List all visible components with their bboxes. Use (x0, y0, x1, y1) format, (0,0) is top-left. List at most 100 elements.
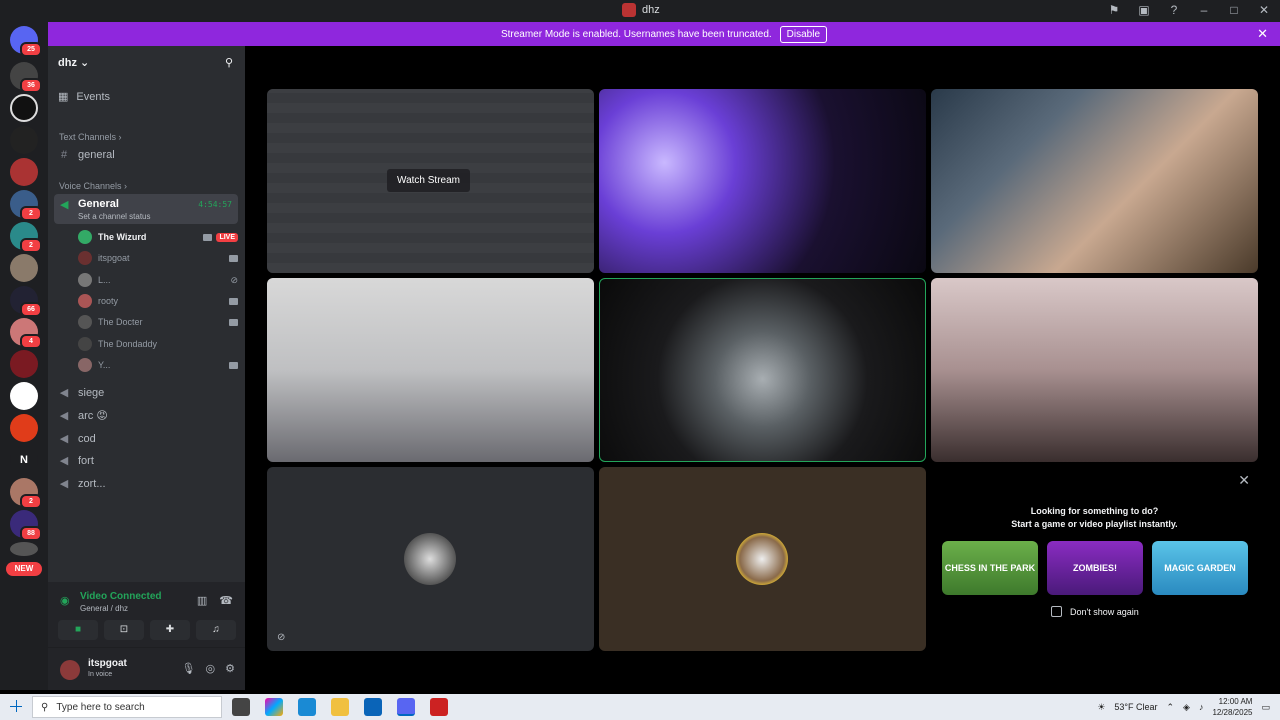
voice-channel-general[interactable]: ◀ General Set a channel status 4:54:57 (54, 194, 238, 224)
voice-user[interactable]: The Dondaddy (78, 334, 238, 354)
soundboard-button[interactable]: ♫ (196, 620, 236, 640)
camera-toggle-button[interactable]: ■ (58, 620, 98, 640)
windows-start-icon[interactable] (10, 700, 22, 712)
voice-channel[interactable]: ◀ siege (58, 386, 105, 400)
text-channels-category[interactable]: Text Channels › (59, 132, 122, 142)
voice-channel[interactable]: ◀ zort... (58, 477, 106, 491)
avatar[interactable] (60, 660, 80, 680)
voice-user[interactable]: itspgoat (78, 248, 238, 268)
server-header[interactable]: dhz ⌄ ⚲ (48, 46, 245, 78)
server-icon[interactable] (10, 542, 38, 556)
weather-icon[interactable]: ☀ (1097, 702, 1105, 713)
server-icon[interactable] (10, 350, 38, 378)
speaker-icon: ◀ (59, 478, 69, 490)
edge-icon[interactable] (298, 698, 316, 716)
discord-icon[interactable] (397, 698, 415, 716)
server-icon[interactable] (10, 382, 38, 410)
avatar (78, 273, 92, 287)
notification-icon[interactable]: ▭ (1261, 702, 1270, 713)
app-icon[interactable] (430, 698, 448, 716)
chevron-up-icon[interactable]: ⌃ (1166, 702, 1174, 713)
voice-channel[interactable]: ◀ arc 😡 (58, 409, 108, 422)
task-view-icon[interactable] (232, 698, 250, 716)
server-letter-icon[interactable]: N (10, 446, 38, 474)
volume-icon[interactable]: ♪ (1199, 702, 1204, 712)
server-icon[interactable]: 36 (10, 62, 42, 93)
server-icon[interactable]: 2 (10, 478, 42, 509)
activity-button[interactable]: ✚ (150, 620, 190, 640)
voice-channels-category[interactable]: Voice Channels › (59, 181, 127, 191)
stream-tile[interactable]: Watch Stream (267, 89, 594, 273)
camera-icon (229, 318, 238, 326)
avatar (78, 337, 92, 351)
screen-icon[interactable]: ▣ (1136, 3, 1152, 17)
game-card[interactable]: ZOMBIES! (1047, 541, 1143, 595)
voice-channel[interactable]: ◀ fort (58, 454, 94, 468)
inbox-icon[interactable]: ⚑ (1106, 3, 1122, 17)
server-icon[interactable] (10, 254, 38, 282)
close-window-icon[interactable]: ✕ (1256, 3, 1272, 17)
settings-gear-icon[interactable]: ⚙ (225, 662, 235, 675)
help-icon[interactable]: ? (1166, 3, 1182, 17)
outlook-icon[interactable] (364, 698, 382, 716)
calendar-icon: ▦ (58, 91, 69, 103)
direct-messages-icon[interactable]: 25 (10, 26, 42, 57)
voice-user[interactable]: The Wizurd LIVE (78, 227, 238, 247)
hash-icon: # (60, 149, 68, 161)
network-icon[interactable]: ◈ (1183, 702, 1190, 713)
server-icon[interactable] (10, 158, 38, 186)
window-title-group: dhz (622, 3, 660, 17)
close-icon[interactable]: ✕ (1238, 472, 1250, 489)
server-icon[interactable] (10, 126, 38, 154)
connection-subtitle[interactable]: General / dhz (80, 604, 128, 613)
avatar-tile[interactable] (599, 467, 926, 651)
events-item[interactable]: ▦ Events (58, 90, 111, 104)
server-icon[interactable]: 66 (10, 286, 42, 317)
copilot-icon[interactable] (265, 698, 283, 716)
clock[interactable]: 12:00 AM 12/28/2025 (1212, 696, 1252, 718)
events-label: Events (76, 90, 111, 103)
video-tile[interactable] (599, 89, 926, 273)
voice-user[interactable]: The Docter (78, 312, 238, 332)
new-pill[interactable]: NEW (6, 562, 42, 576)
video-tile[interactable] (931, 278, 1258, 462)
video-tile[interactable] (931, 89, 1258, 273)
server-icon[interactable]: 4 (10, 318, 42, 349)
minimize-icon[interactable]: – (1196, 3, 1212, 17)
server-icon[interactable] (10, 414, 38, 442)
file-explorer-icon[interactable] (331, 698, 349, 716)
video-tile[interactable] (267, 278, 594, 462)
game-card[interactable]: CHESS IN THE PARK (942, 541, 1038, 595)
voice-user[interactable]: Y... (78, 355, 238, 375)
watch-stream-button[interactable]: Watch Stream (387, 169, 470, 192)
voice-user[interactable]: rooty (78, 291, 238, 311)
banner-close-icon[interactable]: ✕ (1257, 26, 1268, 42)
game-card[interactable]: MAGIC GARDEN (1152, 541, 1248, 595)
video-tile-speaking[interactable] (599, 278, 926, 462)
disconnect-icon[interactable]: ☎ (219, 594, 233, 607)
server-icon[interactable]: 88 (10, 510, 42, 541)
user-panel: itspgoat In voice 🎙 ◎ ⚙ (48, 648, 245, 690)
channel-status[interactable]: Set a channel status (78, 212, 151, 221)
camera-icon (203, 233, 213, 241)
maximize-icon[interactable]: □ (1226, 3, 1242, 17)
avatar-tile[interactable]: ⊘ (267, 467, 594, 651)
channel-general[interactable]: # general (58, 149, 115, 161)
dont-show-again[interactable]: Don't show again (1051, 606, 1139, 617)
taskbar-search[interactable]: ⚲ Type here to search (32, 696, 222, 718)
weather-text[interactable]: 53°F Clear (1114, 702, 1157, 712)
headphones-icon[interactable]: ◎ (206, 662, 216, 675)
microphone-icon[interactable]: 🎙 (182, 662, 196, 675)
server-icon[interactable] (10, 94, 38, 122)
voice-user[interactable]: L... ⊘ (78, 270, 238, 290)
disable-streamer-button[interactable]: Disable (779, 25, 828, 43)
server-icon[interactable]: 2 (10, 190, 42, 221)
add-member-icon[interactable]: ⚲ (225, 56, 233, 69)
clock-time: 12:00 AM (1218, 697, 1253, 706)
screen-share-button[interactable]: ⊡ (104, 620, 144, 640)
voice-channel[interactable]: ◀ cod (58, 432, 96, 446)
checkbox[interactable] (1051, 606, 1062, 617)
server-icon[interactable]: 2 (10, 222, 42, 253)
noise-suppression-icon[interactable]: ▥ (197, 594, 207, 607)
signal-icon[interactable]: ◉ (60, 594, 70, 607)
